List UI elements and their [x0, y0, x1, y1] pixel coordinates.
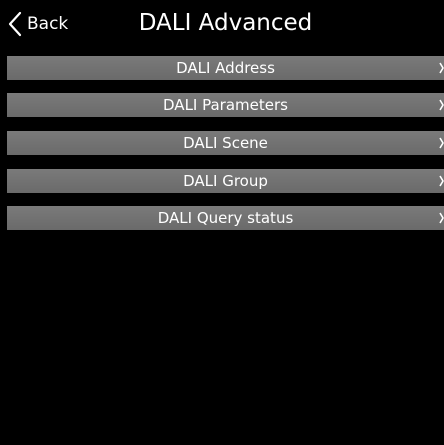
menu-item-label: DALI Group: [183, 172, 268, 190]
menu-item-label: DALI Parameters: [163, 96, 288, 114]
menu-item-dali-address[interactable]: DALI Address: [7, 56, 444, 80]
chevron-right-icon: [439, 97, 444, 113]
page-title: DALI Advanced: [138, 10, 313, 36]
menu-item-dali-scene[interactable]: DALI Scene: [7, 131, 444, 155]
chevron-right-icon: [439, 135, 444, 151]
chevron-right-icon: [439, 173, 444, 189]
menu-item-label: DALI Address: [176, 59, 275, 77]
menu-item-label: DALI Scene: [183, 134, 268, 152]
chevron-right-icon: [439, 210, 444, 226]
chevron-right-icon: [439, 60, 444, 76]
menu-item-label: DALI Query status: [157, 209, 294, 227]
header: Back DALI Advanced: [7, 0, 444, 50]
menu-item-dali-group[interactable]: DALI Group: [7, 169, 444, 193]
back-label: Back: [27, 14, 69, 34]
menu-item-dali-parameters[interactable]: DALI Parameters: [7, 93, 444, 117]
screen: Back DALI Advanced DALI Address DALI Par…: [7, 0, 444, 445]
chevron-left-icon: [7, 10, 23, 38]
back-button[interactable]: Back: [7, 6, 68, 42]
menu-item-dali-query-status[interactable]: DALI Query status: [7, 206, 444, 230]
